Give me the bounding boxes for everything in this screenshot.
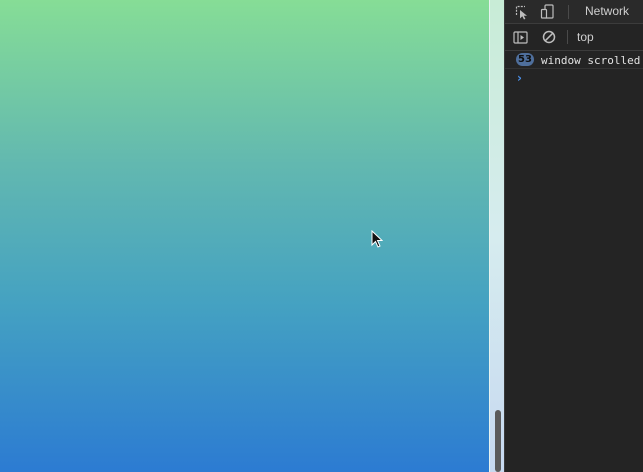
console-toolbar: top (505, 24, 643, 51)
execution-context-selector[interactable]: top (577, 30, 594, 44)
page-scrollbar[interactable] (489, 0, 504, 472)
devtools-toolbar: Network (505, 0, 643, 24)
device-toolbar-icon[interactable] (539, 3, 557, 21)
console-message[interactable]: 53 window scrolled (505, 51, 643, 69)
inspect-element-icon[interactable] (513, 3, 531, 21)
browser-window: Network top 53 window scrolled › (0, 0, 643, 472)
devtools-panel: Network top 53 window scrolled › (504, 0, 643, 472)
mouse-cursor-icon (371, 230, 383, 248)
tab-network[interactable]: Network (585, 4, 629, 18)
page-scrollbar-thumb[interactable] (495, 410, 501, 472)
console-message-text: window scrolled (541, 54, 641, 67)
console-sidebar-icon[interactable] (511, 28, 529, 46)
repeat-count-badge: 53 (516, 53, 534, 66)
clear-console-icon[interactable] (540, 28, 558, 46)
page-viewport[interactable] (0, 0, 489, 472)
toolbar-separator (568, 5, 569, 19)
console-prompt-icon[interactable]: › (517, 71, 522, 85)
console-toolbar-separator (567, 30, 568, 44)
